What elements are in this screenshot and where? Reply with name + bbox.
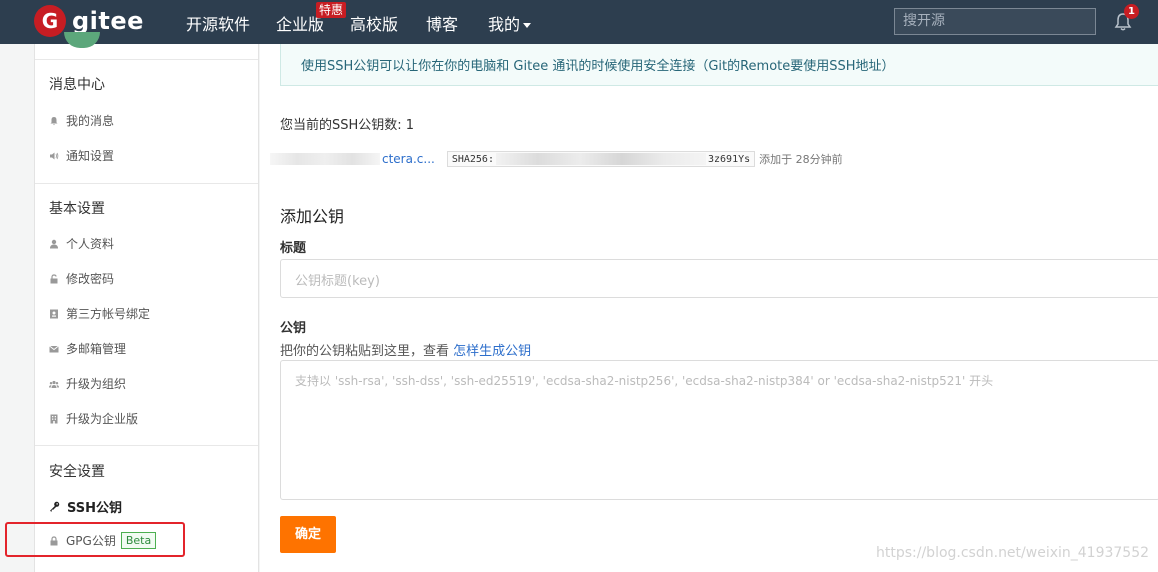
avatar[interactable] (64, 32, 100, 48)
sidebar-item-label: 个人资料 (66, 237, 115, 251)
redacted-fingerprint (495, 153, 706, 165)
add-key-title: 添加公钥 (280, 207, 345, 226)
fingerprint-suffix: 3z691Ys (707, 153, 751, 165)
ssh-keys-panel: 使用SSH公钥可以让你在你的电脑和 Gitee 通讯的时候使用安全连接（Git的… (260, 44, 1158, 572)
building-icon (50, 414, 58, 423)
sidebar-item-label: SSH公钥 (67, 501, 123, 516)
key-added-time: 添加于 28分钟前 (759, 153, 843, 166)
public-key-textarea[interactable]: 支持以 'ssh-rsa', 'ssh-dss', 'ssh-ed25519',… (280, 360, 1158, 500)
sidebar-item-third-party[interactable]: 第三方帐号绑定 (49, 305, 150, 322)
sidebar-item-emails[interactable]: 多邮箱管理 (49, 340, 126, 357)
users-icon (49, 380, 59, 388)
unlock-icon (50, 273, 58, 283)
fingerprint-prefix: SHA256: (451, 153, 494, 165)
sidebar-item-profile[interactable]: 个人资料 (49, 235, 114, 252)
sidebar-item-label: 升级为组织 (66, 377, 127, 391)
redacted-key-title (270, 153, 380, 165)
key-title-link[interactable]: ctera.c... (382, 152, 435, 166)
annotation-highlight-box (5, 522, 185, 557)
sidebar-item-change-password[interactable]: 修改密码 (49, 270, 114, 287)
top-nav: G gitee 开源软件 企业版 特惠 高校版 博客 我的 搜开源 1 (0, 0, 1158, 44)
nav-blog[interactable]: 博客 (426, 11, 458, 35)
section-title-security: 安全设置 (49, 464, 105, 480)
divider (35, 183, 258, 184)
key-list-item: ctera.c... SHA256: 3z691Ys 添加于 28分钟前 (270, 151, 843, 167)
sidebar-item-label: 修改密码 (66, 272, 115, 286)
envelope-icon (49, 345, 59, 352)
speaker-icon (50, 152, 59, 159)
divider (35, 59, 258, 60)
section-title-messages: 消息中心 (49, 77, 105, 93)
how-to-generate-link[interactable]: 怎样生成公钥 (453, 344, 531, 359)
divider (35, 445, 258, 446)
user-icon (50, 239, 58, 248)
section-title-basic: 基本设置 (49, 201, 105, 217)
key-title-input[interactable]: 公钥标题(key) (280, 259, 1158, 298)
id-card-icon (50, 309, 58, 318)
promo-badge: 特惠 (316, 2, 347, 18)
key-icon (50, 501, 60, 512)
info-message: 使用SSH公钥可以让你在你的电脑和 Gitee 通讯的时候使用安全连接（Git的… (280, 44, 1158, 86)
settings-sidebar: 消息中心 我的消息 通知设置 基本设置 个人资料 修改密码 第三方帐号绑定 多邮… (34, 32, 259, 572)
key-fingerprint: SHA256: 3z691Ys (446, 151, 756, 167)
nav-education[interactable]: 高校版 (350, 11, 398, 35)
sidebar-item-upgrade-org[interactable]: 升级为组织 (49, 375, 126, 392)
sidebar-item-upgrade-enterprise[interactable]: 升级为企业版 (49, 410, 138, 427)
chevron-down-icon (523, 23, 532, 28)
nav-open-source[interactable]: 开源软件 (186, 11, 250, 35)
gitee-logo-text: gitee (72, 7, 144, 35)
confirm-button[interactable]: 确定 (280, 516, 336, 553)
sidebar-item-my-messages[interactable]: 我的消息 (49, 112, 114, 129)
nav-mine[interactable]: 我的 (488, 11, 532, 35)
sidebar-item-notification-settings[interactable]: 通知设置 (49, 147, 114, 164)
key-hint-text: 把你的公钥粘贴到这里，查看 (280, 344, 450, 359)
notification-count-badge: 1 (1124, 4, 1139, 19)
sidebar-item-label: 通知设置 (66, 149, 115, 163)
sidebar-item-label: 第三方帐号绑定 (66, 307, 151, 321)
nav-mine-label: 我的 (488, 15, 521, 34)
sidebar-item-label: 我的消息 (66, 114, 115, 128)
key-count: 您当前的SSH公钥数: 1 (280, 118, 415, 133)
key-hint: 把你的公钥粘贴到这里，查看 怎样生成公钥 (280, 340, 531, 359)
title-label: 标题 (280, 241, 307, 256)
key-label: 公钥 (280, 321, 307, 336)
watermark: https://blog.csdn.net/weixin_41937552 (876, 545, 1150, 561)
sidebar-item-ssh-keys[interactable]: SSH公钥 (49, 497, 122, 516)
gitee-logo-icon: G (34, 5, 66, 37)
search-input[interactable]: 搜开源 (894, 8, 1096, 35)
sidebar-item-label: 升级为企业版 (66, 412, 139, 426)
bell-icon (50, 116, 58, 125)
sidebar-item-label: 多邮箱管理 (66, 342, 127, 356)
